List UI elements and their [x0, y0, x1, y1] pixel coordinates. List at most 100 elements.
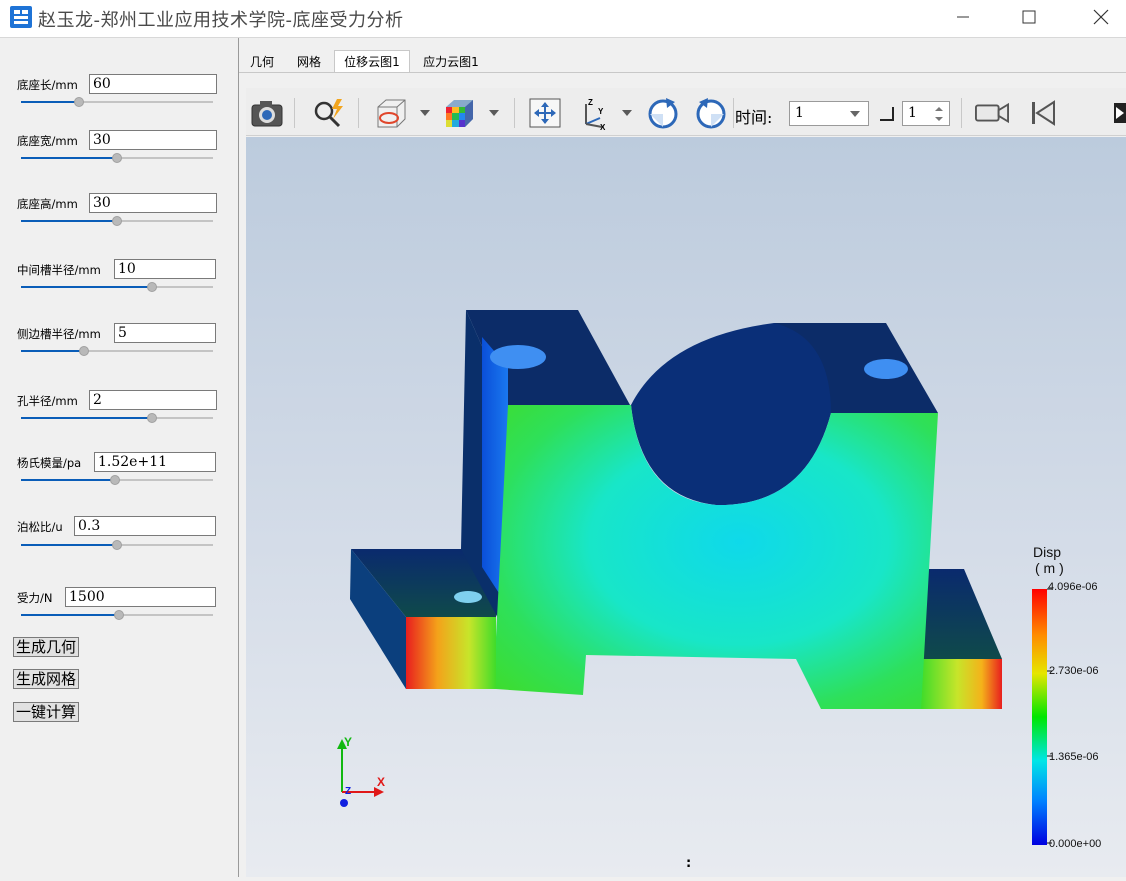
center-slot-radius-input[interactable]: 10 — [114, 259, 216, 279]
time-select[interactable]: 1 — [789, 101, 869, 126]
tab-geometry[interactable]: 几何 — [243, 51, 281, 73]
window-title: 赵玉龙-郑州工业应用技术学院-底座受力分析 — [38, 10, 404, 31]
toolbar-separator — [514, 98, 515, 128]
toolbar-separator — [358, 98, 359, 128]
step-spinbox[interactable]: 1 — [902, 101, 950, 126]
tab-baseline — [239, 72, 1126, 73]
rotate-ccw-icon — [696, 98, 726, 129]
displacement-model[interactable] — [246, 137, 1126, 877]
zoom-probe-icon — [314, 99, 343, 128]
camera-icon — [251, 101, 283, 127]
base-length-input[interactable]: 60 — [89, 74, 217, 94]
side-slot-radius-slider[interactable] — [21, 345, 213, 357]
maximize-icon — [1022, 10, 1036, 24]
center-slot-radius-slider[interactable] — [21, 281, 213, 293]
clip-button[interactable] — [374, 96, 408, 130]
legend-tick-label: 4.096e-06 — [1048, 581, 1098, 593]
right-slot — [864, 359, 908, 379]
first-frame-button[interactable] — [1026, 96, 1060, 130]
play-button[interactable] — [1108, 96, 1126, 130]
maximize-button[interactable] — [1006, 0, 1052, 34]
tab-stress[interactable]: 应力云图1 — [416, 51, 486, 73]
param-label-youngs-modulus: 杨氏模量/pa — [17, 456, 82, 470]
reset-view-icon — [529, 98, 561, 128]
side-slot-radius-input[interactable]: 5 — [114, 323, 216, 343]
rotate-ccw-button[interactable] — [694, 96, 728, 130]
status-mark: : — [686, 856, 692, 871]
reset-view-button[interactable] — [528, 96, 562, 130]
hole-radius-input[interactable]: 2 — [89, 390, 217, 410]
generate-mesh-button[interactable]: 生成网格 — [13, 669, 80, 689]
side-slot — [490, 345, 546, 369]
close-button[interactable] — [1078, 0, 1124, 34]
panel-divider — [238, 38, 239, 877]
right-foot-top — [916, 569, 1002, 659]
base-width-input[interactable]: 30 — [89, 130, 217, 150]
color-map-dropdown-caret[interactable] — [489, 110, 499, 116]
screenshot-button[interactable] — [250, 96, 284, 130]
render-viewport[interactable] — [246, 137, 1126, 877]
step-corner-icon — [880, 107, 894, 121]
chevron-down-icon — [850, 111, 860, 117]
record-button[interactable] — [975, 96, 1009, 130]
color-map-button[interactable] — [442, 96, 476, 130]
viewer-toolbar: Z Y X — [246, 88, 1126, 136]
param-label-center-slot-radius: 中间槽半径/mm — [17, 263, 101, 277]
toolbar-separator — [961, 98, 962, 128]
base-height-slider[interactable] — [21, 215, 213, 227]
axes-dropdown-caret[interactable] — [622, 110, 632, 116]
legend-color-bar — [1032, 589, 1047, 845]
legend-title: Disp — [1033, 544, 1062, 560]
axis-y-label: Y — [344, 735, 353, 749]
clip-dropdown-caret[interactable] — [420, 110, 430, 116]
param-label-force: 受力/N — [17, 591, 53, 605]
param-label-base-width: 底座宽/mm — [17, 134, 78, 148]
toolbar-separator — [294, 98, 295, 128]
left-hole — [454, 591, 482, 603]
hole-radius-slider[interactable] — [21, 412, 213, 424]
generate-geometry-button[interactable]: 生成几何 — [13, 637, 80, 657]
right-foot-front — [921, 659, 1002, 709]
rotate-cw-button[interactable] — [646, 96, 680, 130]
step-value: 1 — [908, 105, 917, 121]
time-select-value: 1 — [795, 105, 804, 121]
title-bar: 赵玉龙-郑州工业应用技术学院-底座受力分析 — [0, 0, 1126, 38]
base-length-slider[interactable] — [21, 96, 213, 108]
param-label-poisson-ratio: 泊松比/u — [17, 520, 63, 534]
toolbar-separator — [733, 98, 734, 128]
spin-arrows-icon[interactable] — [935, 106, 943, 122]
axes-orient-icon: Z Y X — [585, 98, 606, 130]
base-height-input[interactable]: 30 — [89, 193, 217, 213]
poisson-ratio-input[interactable]: 0.3 — [74, 516, 216, 536]
svg-text:Y: Y — [598, 107, 604, 116]
color-cube-icon — [446, 100, 473, 127]
clip-volume-icon — [377, 99, 406, 128]
play-icon — [1114, 103, 1126, 123]
youngs-modulus-slider[interactable] — [21, 474, 213, 486]
minimize-icon — [957, 16, 969, 18]
force-input[interactable]: 1500 — [65, 587, 216, 607]
legend-unit: ( m ) — [1035, 560, 1064, 576]
tab-mesh[interactable]: 网格 — [290, 51, 328, 73]
left-foot-front — [406, 617, 496, 689]
svg-text:X: X — [600, 123, 606, 130]
legend-tick-label: 1.365e-06 — [1049, 751, 1099, 763]
legend-tick-label: 2.730e-06 — [1049, 665, 1099, 677]
app-icon — [10, 6, 32, 28]
poisson-ratio-slider[interactable] — [21, 539, 213, 551]
tab-displacement[interactable]: 位移云图1 — [334, 50, 410, 72]
legend-tick-label: 0.000e+00 — [1049, 838, 1102, 850]
compute-button[interactable]: 一键计算 — [13, 702, 80, 722]
close-icon — [1093, 9, 1109, 25]
param-label-hole-radius: 孔半径/mm — [17, 394, 78, 408]
minimize-button[interactable] — [940, 0, 986, 34]
svg-text:Z: Z — [588, 98, 593, 107]
axis-x-label: X — [377, 775, 386, 789]
probe-button[interactable] — [312, 96, 346, 130]
base-width-slider[interactable] — [21, 152, 213, 164]
axes-orientation-button[interactable]: Z Y X — [576, 96, 610, 130]
axis-z-label: Z — [345, 786, 352, 797]
rotate-cw-icon — [648, 98, 678, 129]
youngs-modulus-input[interactable]: 1.52e+11 — [94, 452, 216, 472]
force-slider[interactable] — [21, 609, 213, 621]
